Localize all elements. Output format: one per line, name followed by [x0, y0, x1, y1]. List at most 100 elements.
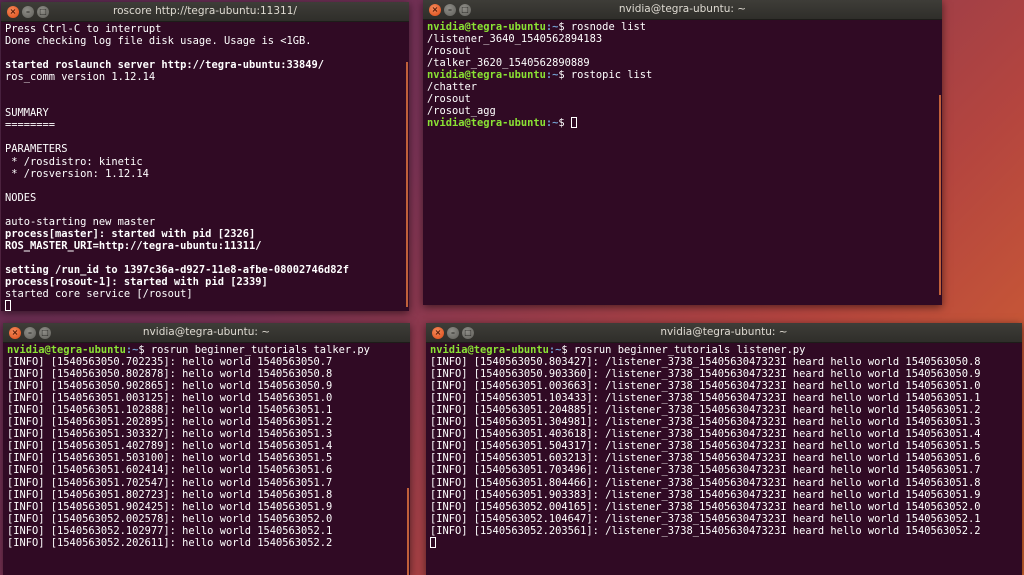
listener-terminal-window[interactable]: × – □ nvidia@tegra-ubuntu: ~ nvidia@tegr…: [426, 323, 1022, 575]
prompt-sign: $: [558, 69, 565, 82]
output-line: /listener_3640_1540562894183: [427, 33, 603, 46]
log-line: [INFO] [1540563051.303327]: hello world …: [7, 428, 333, 441]
log-line: [INFO] [1540563051.602414]: hello world …: [7, 464, 333, 477]
minimize-icon[interactable]: –: [24, 326, 36, 339]
maximize-icon[interactable]: □: [459, 3, 471, 16]
output-line: Done checking log file disk usage. Usage…: [5, 35, 312, 48]
output-line: NODES: [5, 191, 37, 204]
output-line: PARAMETERS: [5, 143, 68, 156]
prompt-user: nvidia@tegra-ubuntu: [427, 117, 546, 130]
output-line: ROS_MASTER_URI=http://tegra-ubuntu:11311…: [5, 239, 262, 252]
minimize-icon[interactable]: –: [22, 5, 34, 18]
log-line: [INFO] [1540563052.104647]: /listener_37…: [430, 512, 981, 525]
log-line: [INFO] [1540563052.002578]: hello world …: [7, 512, 333, 525]
log-line: [INFO] [1540563051.402789]: hello world …: [7, 440, 333, 453]
cursor: [5, 300, 11, 311]
log-line: [INFO] [1540563051.902425]: hello world …: [7, 500, 333, 513]
log-line: [INFO] [1540563051.403618]: /listener_37…: [430, 428, 981, 441]
output-line: /rosout_agg: [427, 105, 496, 118]
command-line: nvidia@tegra-ubuntu:~$ rosrun beginner_t…: [430, 344, 1018, 356]
output-line: process[rosout-1]: started with pid [233…: [5, 275, 268, 288]
prompt-user: nvidia@tegra-ubuntu: [427, 21, 546, 33]
window-title: nvidia@tegra-ubuntu: ~: [618, 3, 747, 15]
cursor: [430, 536, 436, 548]
scrollbar[interactable]: [407, 488, 409, 575]
close-icon[interactable]: ×: [9, 326, 21, 339]
rosnode-terminal-window[interactable]: × – □ nvidia@tegra-ubuntu: ~ nvidia@tegr…: [423, 0, 942, 305]
minimize-icon[interactable]: –: [444, 3, 456, 16]
window-title: roscore http://tegra-ubuntu:11311/: [113, 5, 297, 17]
cursor-line: [430, 536, 1018, 549]
log-line: [INFO] [1540563051.102888]: hello world …: [7, 404, 333, 417]
log-line: [INFO] [1540563051.003663]: /listener_37…: [430, 380, 981, 393]
window-title: nvidia@tegra-ubuntu: ~: [660, 326, 788, 338]
command-line: nvidia@tegra-ubuntu:~$ rostopic list: [427, 69, 938, 81]
log-line: [INFO] [1540563051.903383]: /listener_37…: [430, 488, 981, 501]
output-line: auto-starting new master: [5, 215, 156, 228]
prompt-path: :~: [545, 69, 559, 82]
command-text: rosrun beginner_tutorials talker.py: [150, 344, 370, 356]
output-line: ros_comm version 1.12.14: [5, 71, 156, 84]
output-line: /chatter: [427, 81, 478, 94]
talker-terminal-window[interactable]: × – □ nvidia@tegra-ubuntu: ~ nvidia@tegr…: [3, 323, 410, 575]
log-line: [INFO] [1540563051.504317]: /listener_37…: [430, 440, 981, 453]
output-line: started core service [/rosout]: [5, 288, 193, 301]
output-line: /rosout: [427, 45, 471, 58]
log-line: [INFO] [1540563051.103433]: /listener_37…: [430, 392, 981, 405]
output-line: * /rosversion: 1.12.14: [5, 167, 149, 180]
log-line: [INFO] [1540563051.204885]: /listener_37…: [430, 404, 981, 417]
output-line: ========: [5, 119, 56, 132]
close-icon[interactable]: ×: [7, 5, 19, 18]
log-line: [INFO] [1540563052.203561]: /listener_37…: [430, 524, 981, 537]
log-line: [INFO] [1540563050.903360]: /listener_37…: [430, 368, 981, 381]
maximize-icon[interactable]: □: [462, 326, 474, 339]
command-text: rosrun beginner_tutorials listener.py: [573, 344, 806, 356]
log-line: [INFO] [1540563051.703496]: /listener_37…: [430, 464, 981, 477]
log-line: [INFO] [1540563051.603213]: /listener_37…: [430, 452, 981, 465]
talker-titlebar[interactable]: × – □ nvidia@tegra-ubuntu: ~: [3, 323, 410, 343]
prompt-path: :~: [125, 344, 139, 356]
scrollbar[interactable]: [939, 95, 941, 295]
terminal-output[interactable]: nvidia@tegra-ubuntu:~$ rosrun beginner_t…: [3, 343, 410, 550]
scrollbar[interactable]: [406, 62, 408, 307]
rosnode-titlebar[interactable]: × – □ nvidia@tegra-ubuntu: ~: [423, 0, 942, 20]
log-line: [INFO] [1540563051.202895]: hello world …: [7, 416, 333, 429]
roscore-terminal-window[interactable]: × – □ roscore http://tegra-ubuntu:11311/…: [1, 2, 409, 311]
prompt-user: nvidia@tegra-ubuntu: [7, 344, 126, 356]
prompt-path: :~: [545, 21, 559, 33]
output-line: SUMMARY: [5, 107, 49, 120]
output-line: * /rosdistro: kinetic: [5, 155, 143, 168]
listener-titlebar[interactable]: × – □ nvidia@tegra-ubuntu: ~: [426, 323, 1022, 343]
prompt-sign: $: [561, 344, 568, 356]
maximize-icon[interactable]: □: [37, 5, 49, 18]
close-icon[interactable]: ×: [432, 326, 444, 339]
prompt-user: nvidia@tegra-ubuntu: [427, 69, 546, 82]
cursor-line: nvidia@tegra-ubuntu:~$: [427, 117, 938, 129]
log-line: [INFO] [1540563050.802878]: hello world …: [7, 368, 333, 381]
roscore-titlebar[interactable]: × – □ roscore http://tegra-ubuntu:11311/: [1, 2, 409, 22]
log-line: [INFO] [1540563051.003125]: hello world …: [7, 392, 333, 405]
terminal-output[interactable]: nvidia@tegra-ubuntu:~$ rosnode list/list…: [423, 20, 942, 130]
output-line: Press Ctrl-C to interrupt: [5, 23, 162, 35]
window-title: nvidia@tegra-ubuntu: ~: [142, 326, 271, 338]
terminal-output[interactable]: nvidia@tegra-ubuntu:~$ rosrun beginner_t…: [426, 343, 1022, 550]
prompt-path: :~: [545, 117, 559, 130]
minimize-icon[interactable]: –: [447, 326, 459, 339]
cursor-line: [5, 300, 405, 311]
log-line: [INFO] [1540563052.102977]: hello world …: [7, 524, 333, 537]
output-line: process[master]: started with pid [2326]: [5, 227, 256, 240]
close-icon[interactable]: ×: [429, 3, 441, 16]
log-line: [INFO] [1540563051.804466]: /listener_37…: [430, 476, 981, 489]
output-line: setting /run_id to 1397c36a-d927-11e8-af…: [5, 263, 350, 276]
maximize-icon[interactable]: □: [39, 326, 51, 339]
terminal-output[interactable]: Press Ctrl-C to interrupt Done checking l…: [1, 22, 409, 311]
command-line: nvidia@tegra-ubuntu:~$ rosrun beginner_t…: [7, 344, 406, 356]
prompt-sign: $: [558, 21, 565, 33]
log-line: [INFO] [1540563051.503100]: hello world …: [7, 452, 333, 465]
command-text: rosnode list: [570, 21, 646, 33]
prompt-sign: $: [558, 117, 565, 130]
